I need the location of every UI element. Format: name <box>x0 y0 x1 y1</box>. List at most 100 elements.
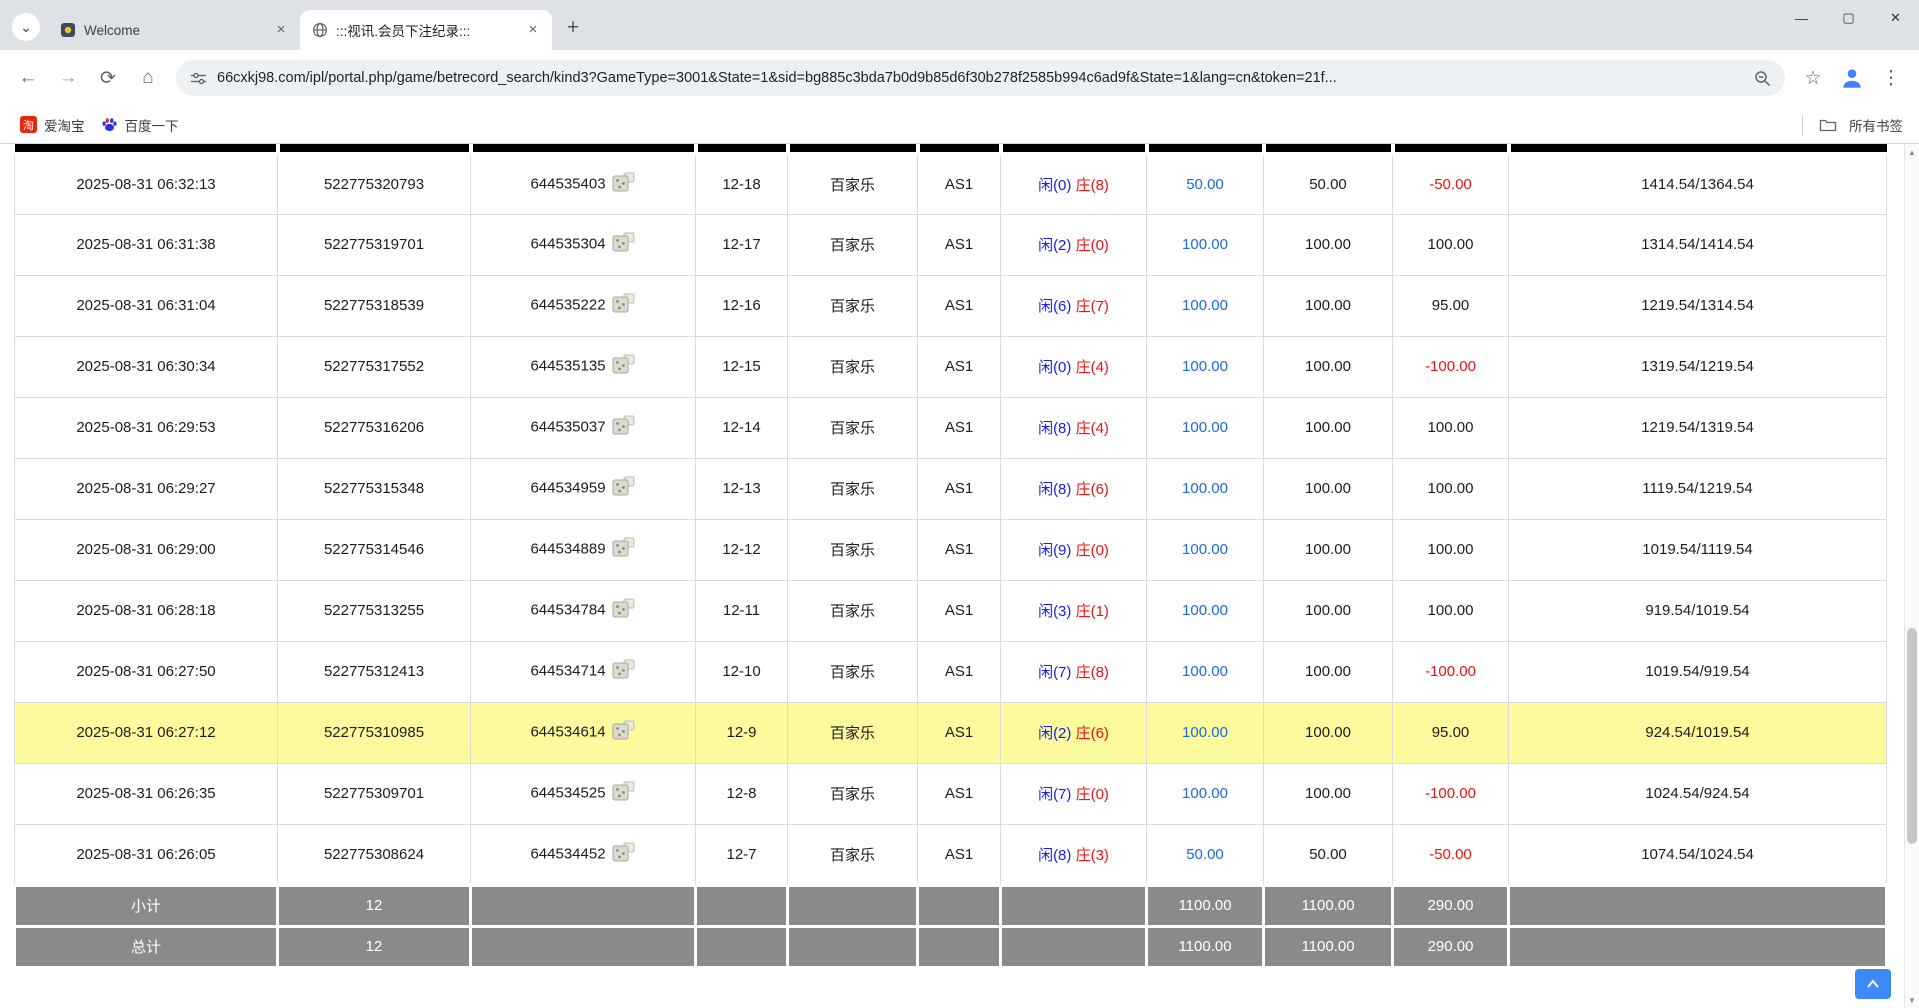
player-bet: 闲(8) <box>1038 847 1071 864</box>
total-count: 12 <box>278 926 471 967</box>
dice-icon[interactable] <box>612 537 636 562</box>
table-row[interactable]: 2025-08-31 06:29:00 522775314546 6445348… <box>15 519 1887 580</box>
bet-amount-link[interactable]: 100.00 <box>1147 641 1264 702</box>
player-bet: 闲(8) <box>1038 481 1071 498</box>
bookmark-star-icon[interactable]: ☆ <box>1795 60 1831 96</box>
dice-icon[interactable] <box>612 842 636 867</box>
bet-amount-link[interactable]: 50.00 <box>1147 824 1264 885</box>
table-row[interactable]: 2025-08-31 06:31:04 522775318539 6445352… <box>15 275 1887 336</box>
bet-amount-link[interactable]: 100.00 <box>1147 336 1264 397</box>
dice-icon[interactable] <box>612 172 636 197</box>
bet-amount-link[interactable]: 100.00 <box>1147 458 1264 519</box>
bet-records-table: 2025-08-31 06:32:13 522775320793 6445354… <box>13 144 1888 969</box>
dice-icon[interactable] <box>612 415 636 440</box>
dice-icon[interactable] <box>612 232 636 257</box>
bet-content-cell: 闲(0) 庄(4) <box>1001 336 1147 397</box>
order-no-cell: 522775312413 <box>278 641 471 702</box>
empty-cell <box>1509 885 1887 926</box>
home-button[interactable]: ⌂ <box>130 60 166 96</box>
balance-cell: 1019.54/1119.54 <box>1509 519 1887 580</box>
dice-icon[interactable] <box>612 720 636 745</box>
window-controls: — ▢ ✕ <box>1778 0 1919 36</box>
valid-amount-cell: 100.00 <box>1264 580 1393 641</box>
empty-cell <box>1509 926 1887 967</box>
valid-amount-cell: 100.00 <box>1264 702 1393 763</box>
back-to-top-button[interactable] <box>1855 969 1891 999</box>
bet-content-cell: 闲(9) 庄(0) <box>1001 519 1147 580</box>
empty-cell <box>918 926 1001 967</box>
bet-amount-link[interactable]: 100.00 <box>1147 702 1264 763</box>
order-no-cell: 522775320793 <box>278 153 471 214</box>
close-icon[interactable]: × <box>272 21 290 39</box>
dice-icon[interactable] <box>612 659 636 684</box>
valid-amount-cell: 100.00 <box>1264 458 1393 519</box>
vertical-scrollbar[interactable]: ▲ ▼ <box>1904 144 1919 1008</box>
tab-search-button[interactable]: ⌄ <box>12 13 40 41</box>
player-bet: 闲(8) <box>1038 420 1071 437</box>
table-row[interactable]: 2025-08-31 06:28:18 522775313255 6445347… <box>15 580 1887 641</box>
balance-cell: 1119.54/1219.54 <box>1509 458 1887 519</box>
tab-title: Welcome <box>84 23 264 38</box>
globe-icon <box>312 22 328 38</box>
round-cell: 12-8 <box>696 763 788 824</box>
new-tab-button[interactable]: + <box>558 13 588 43</box>
table-row[interactable]: 2025-08-31 06:27:50 522775312413 6445347… <box>15 641 1887 702</box>
bet-amount-link[interactable]: 100.00 <box>1147 763 1264 824</box>
chevron-up-icon <box>1866 979 1880 989</box>
address-bar[interactable]: 66cxkj98.com/ipl/portal.php/game/betreco… <box>176 60 1785 96</box>
bet-amount-link[interactable]: 100.00 <box>1147 275 1264 336</box>
table-name-cell: AS1 <box>918 458 1001 519</box>
table-row[interactable]: 2025-08-31 06:31:38 522775319701 6445353… <box>15 214 1887 275</box>
tab-welcome[interactable]: Welcome × <box>48 10 300 50</box>
table-row[interactable]: 2025-08-31 06:32:13 522775320793 6445354… <box>15 153 1887 214</box>
bet-amount-link[interactable]: 100.00 <box>1147 519 1264 580</box>
maximize-button[interactable]: ▢ <box>1825 0 1872 36</box>
scrollbar-thumb[interactable] <box>1907 628 1917 844</box>
scroll-up-arrow-icon[interactable]: ▲ <box>1905 144 1919 160</box>
all-bookmarks-button[interactable]: 所有书签 <box>1845 111 1907 139</box>
dice-icon[interactable] <box>612 476 636 501</box>
table-row[interactable]: 2025-08-31 06:27:12 522775310985 6445346… <box>15 702 1887 763</box>
bet-content-cell: 闲(6) 庄(7) <box>1001 275 1147 336</box>
close-icon[interactable]: × <box>524 21 542 39</box>
bet-time-cell: 2025-08-31 06:31:38 <box>15 214 278 275</box>
bookmark-baidu[interactable]: 百度一下 <box>93 111 187 139</box>
bet-amount-link[interactable]: 100.00 <box>1147 397 1264 458</box>
site-info-icon[interactable] <box>190 70 207 87</box>
url-text: 66cxkj98.com/ipl/portal.php/game/betreco… <box>217 70 1744 86</box>
scroll-down-arrow-icon[interactable]: ▼ <box>1905 992 1919 1008</box>
table-name-cell: AS1 <box>918 397 1001 458</box>
zoom-icon[interactable] <box>1754 70 1771 87</box>
reload-button[interactable]: ⟳ <box>90 60 126 96</box>
bet-content-cell: 闲(7) 庄(8) <box>1001 641 1147 702</box>
bet-time-cell: 2025-08-31 06:31:04 <box>15 275 278 336</box>
table-row[interactable]: 2025-08-31 06:29:53 522775316206 6445350… <box>15 397 1887 458</box>
profile-avatar[interactable] <box>1835 61 1869 95</box>
forward-button[interactable]: → <box>50 60 86 96</box>
bet-amount-link[interactable]: 100.00 <box>1147 580 1264 641</box>
column-header-round <box>696 144 788 153</box>
minimize-button[interactable]: — <box>1778 0 1825 36</box>
player-bet: 闲(3) <box>1038 603 1071 620</box>
banker-bet: 庄(0) <box>1076 237 1109 254</box>
game-name-cell: 百家乐 <box>788 336 918 397</box>
dice-icon[interactable] <box>612 598 636 623</box>
table-row[interactable]: 2025-08-31 06:30:34 522775317552 6445351… <box>15 336 1887 397</box>
dice-icon[interactable] <box>612 781 636 806</box>
table-row[interactable]: 2025-08-31 06:29:27 522775315348 6445349… <box>15 458 1887 519</box>
bet-content-cell: 闲(7) 庄(0) <box>1001 763 1147 824</box>
valid-amount-cell: 50.00 <box>1264 824 1393 885</box>
balance-cell: 1074.54/1024.54 <box>1509 824 1887 885</box>
bet-amount-link[interactable]: 50.00 <box>1147 153 1264 214</box>
bet-amount-link[interactable]: 100.00 <box>1147 214 1264 275</box>
dice-icon[interactable] <box>612 293 636 318</box>
tab-betrecord[interactable]: :::视讯.会员下注纪录::: × <box>300 10 552 50</box>
window-close-button[interactable]: ✕ <box>1872 0 1919 36</box>
back-button[interactable]: ← <box>10 60 46 96</box>
table-row[interactable]: 2025-08-31 06:26:05 522775308624 6445344… <box>15 824 1887 885</box>
bookmark-aitaobao[interactable]: 淘 爱淘宝 <box>12 111 93 139</box>
dice-icon[interactable] <box>612 354 636 379</box>
menu-button[interactable]: ⋮ <box>1873 60 1909 96</box>
order-no-cell: 522775318539 <box>278 275 471 336</box>
table-row[interactable]: 2025-08-31 06:26:35 522775309701 6445345… <box>15 763 1887 824</box>
